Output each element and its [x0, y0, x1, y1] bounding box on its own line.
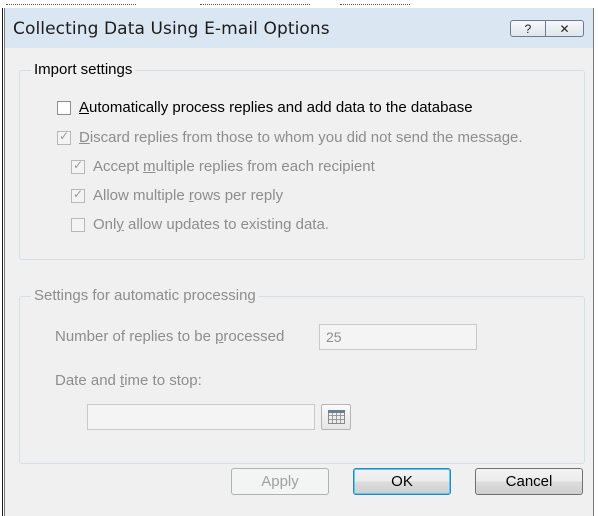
- discard-replies-option[interactable]: ✓ Discard replies from those to whom you…: [57, 129, 523, 146]
- only-allow-updates-option[interactable]: Only allow updates to existing data.: [71, 216, 329, 233]
- close-button[interactable]: ✕: [546, 20, 584, 37]
- checkmark-icon: ✓: [59, 128, 70, 143]
- help-button[interactable]: ?: [510, 20, 546, 37]
- accept-multiple-replies-checkbox[interactable]: ✓: [71, 157, 85, 174]
- checkmark-icon: ✓: [73, 186, 84, 201]
- allow-multiple-rows-checkbox[interactable]: ✓: [71, 186, 85, 203]
- import-settings-label: Import settings: [31, 61, 136, 78]
- help-icon: ?: [524, 21, 532, 36]
- replies-count-input[interactable]: 25: [319, 324, 477, 350]
- cancel-button[interactable]: Cancel: [475, 468, 583, 495]
- title-bar-buttons: ? ✕: [510, 20, 586, 39]
- stop-time-label: Date and time to stop:: [55, 372, 202, 389]
- background-window-strip: [0, 0, 598, 8]
- automatic-processing-label: Settings for automatic processing: [31, 287, 259, 304]
- auto-process-checkbox[interactable]: [57, 100, 71, 115]
- ok-button[interactable]: OK: [353, 468, 451, 495]
- apply-button[interactable]: Apply: [231, 468, 329, 495]
- background-window-border: [2, 8, 3, 516]
- allow-multiple-rows-label: Allow multiple rows per reply: [93, 187, 284, 204]
- auto-process-option[interactable]: Automatically process replies and add da…: [57, 99, 473, 116]
- only-allow-updates-checkbox[interactable]: [71, 217, 85, 232]
- replies-count-label: Number of replies to be processed: [55, 328, 285, 345]
- allow-multiple-rows-option[interactable]: ✓ Allow multiple rows per reply: [71, 187, 283, 204]
- close-icon: ✕: [559, 21, 570, 36]
- collecting-data-options-dialog: Collecting Data Using E-mail Options ? ✕…: [4, 8, 594, 516]
- discard-replies-checkbox[interactable]: ✓: [57, 128, 71, 145]
- only-allow-updates-label: Only allow updates to existing data.: [93, 216, 329, 233]
- accept-multiple-replies-option[interactable]: ✓ Accept multiple replies from each reci…: [71, 158, 375, 175]
- title-bar[interactable]: Collecting Data Using E-mail Options ? ✕: [5, 8, 593, 48]
- stop-time-input[interactable]: [87, 404, 315, 430]
- auto-process-label: Automatically process replies and add da…: [79, 99, 473, 116]
- discard-replies-label: Discard replies from those to whom you d…: [79, 129, 523, 146]
- checkmark-icon: ✓: [73, 157, 84, 172]
- dialog-title: Collecting Data Using E-mail Options: [13, 19, 330, 39]
- calendar-button[interactable]: [321, 404, 351, 430]
- accept-multiple-replies-label: Accept multiple replies from each recipi…: [93, 158, 375, 175]
